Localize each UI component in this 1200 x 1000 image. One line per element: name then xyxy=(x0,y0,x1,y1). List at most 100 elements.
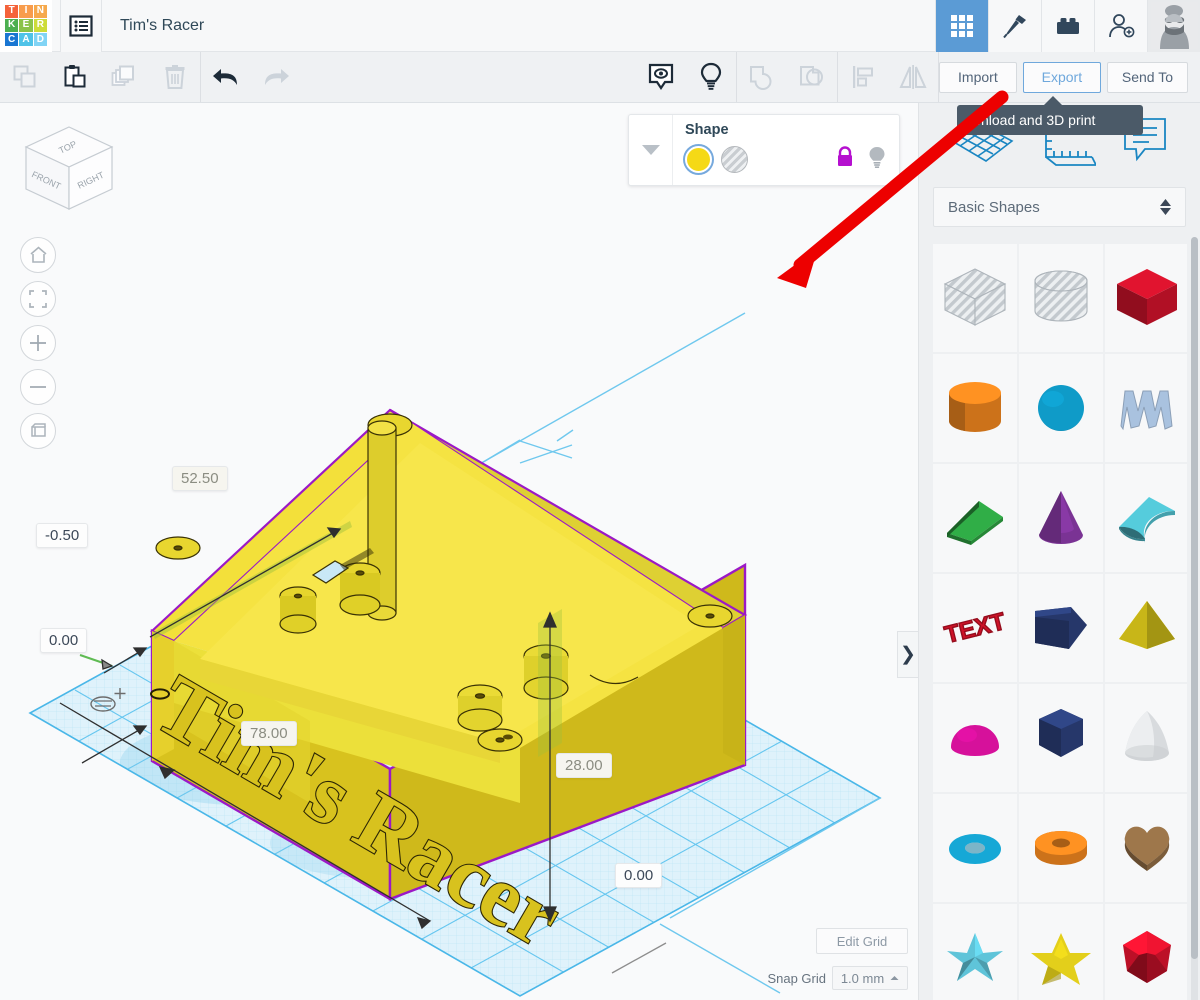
text-shape[interactable]: TEXT xyxy=(933,574,1017,682)
hide-others-button[interactable] xyxy=(686,52,736,102)
shape-library-grid[interactable]: TEXT xyxy=(933,244,1187,1000)
chevron-up-icon xyxy=(890,976,899,980)
logo-tile-i: I xyxy=(19,4,33,18)
polyhedron-shape[interactable] xyxy=(1105,904,1187,1000)
invite-user-button[interactable] xyxy=(1094,0,1147,52)
dimension-length[interactable]: 52.50 xyxy=(172,466,228,491)
solid-color-swatch[interactable] xyxy=(685,146,712,173)
redo-icon xyxy=(265,69,289,85)
heart-thumbnail xyxy=(1124,826,1170,871)
star3d-shape[interactable] xyxy=(933,904,1017,1000)
torus-shape[interactable] xyxy=(933,794,1017,902)
dimension-height[interactable]: 28.00 xyxy=(556,753,612,778)
zoom-in-button[interactable] xyxy=(20,325,56,361)
shape-panel-collapse-button[interactable] xyxy=(629,115,673,185)
view-projection-button[interactable] xyxy=(20,413,56,449)
export-button[interactable]: Export xyxy=(1022,61,1101,93)
shape-category-value: Basic Shapes xyxy=(948,198,1040,216)
edit-toolbar: Import Export Send To xyxy=(0,52,1200,103)
align-button[interactable] xyxy=(838,52,888,102)
dimension-width[interactable]: 78.00 xyxy=(241,721,297,746)
dimension-origin-y[interactable]: 0.00 xyxy=(40,628,88,653)
light-bulb-icon[interactable] xyxy=(867,145,887,174)
mirror-button[interactable] xyxy=(888,52,938,102)
copy-button[interactable] xyxy=(0,52,50,102)
invite-user-icon xyxy=(1109,13,1135,37)
lock-icon[interactable] xyxy=(835,146,855,173)
mirror-icon xyxy=(899,65,927,89)
dimension-offset-z[interactable]: -0.50 xyxy=(36,523,89,548)
tube-shape[interactable] xyxy=(1019,794,1103,902)
design-canvas[interactable]: Tim's Racer TOP FRONT RIGHT 52.50 -0.50 … xyxy=(0,103,918,1000)
pyramid-shape[interactable] xyxy=(1105,574,1187,682)
star-shape[interactable] xyxy=(1019,904,1103,1000)
brick-icon xyxy=(1057,17,1079,34)
arrow-shape[interactable] xyxy=(1019,574,1103,682)
show-hide-button[interactable] xyxy=(636,52,686,102)
fit-frame-icon xyxy=(29,290,47,308)
hole-swatch[interactable] xyxy=(721,146,748,173)
box-hole-shape[interactable] xyxy=(933,244,1017,352)
send-to-button[interactable]: Send To xyxy=(1106,61,1188,93)
import-button[interactable]: Import xyxy=(938,61,1017,93)
zoom-out-button[interactable] xyxy=(20,369,56,405)
cylinder-shape[interactable] xyxy=(933,354,1017,462)
page-title[interactable]: Tim's Racer xyxy=(120,17,204,35)
top-bar: TINKERCAD Tim's Racer xyxy=(0,0,1200,52)
tab-3d-design[interactable] xyxy=(935,0,988,52)
dome-shape[interactable] xyxy=(933,684,1017,792)
logo-tile-e: E xyxy=(19,18,33,33)
delete-button[interactable] xyxy=(150,52,200,102)
tube-thumbnail xyxy=(1035,831,1087,865)
hexagon-prism-shape[interactable] xyxy=(1019,684,1103,792)
arrowbox-thumbnail xyxy=(1035,607,1087,649)
home-view-button[interactable] xyxy=(20,237,56,273)
wedge-shape[interactable] xyxy=(933,464,1017,572)
dome-thumbnail xyxy=(951,725,999,756)
roof-shape[interactable] xyxy=(1105,464,1187,572)
paraboloid-shape[interactable] xyxy=(1105,684,1187,792)
heart-shape[interactable] xyxy=(1105,794,1187,902)
cone-thumbnail xyxy=(1039,491,1083,544)
fit-view-button[interactable] xyxy=(20,281,56,317)
undo-button[interactable] xyxy=(201,52,251,102)
duplicate-icon xyxy=(111,65,134,86)
paste-button[interactable] xyxy=(50,52,100,102)
group-button[interactable] xyxy=(737,52,787,102)
redo-button[interactable] xyxy=(251,52,301,102)
view-cube-icon: TOP FRONT RIGHT xyxy=(24,126,114,210)
cylinder-thumbnail xyxy=(949,382,1001,432)
shape-grid-scrollbar[interactable] xyxy=(1191,237,1198,1000)
panel-collapse-toggle[interactable]: ❯ xyxy=(897,631,918,678)
duplicate-button[interactable] xyxy=(100,52,150,102)
delete-icon xyxy=(165,65,185,89)
torus-thumbnail xyxy=(949,834,1001,864)
logo-tile-t: T xyxy=(5,4,19,18)
scrollbar-thumb[interactable] xyxy=(1191,237,1198,959)
shape-category-select[interactable]: Basic Shapes xyxy=(933,187,1186,227)
logo-tile-n: N xyxy=(33,4,47,18)
cylinder-hole-shape[interactable] xyxy=(1019,244,1103,352)
document-menu-button[interactable] xyxy=(60,0,102,52)
user-avatar[interactable] xyxy=(1147,0,1200,52)
edit-grid-button[interactable]: Edit Grid xyxy=(816,928,908,954)
cone-shape[interactable] xyxy=(1019,464,1103,572)
tinkercad-app: TINKERCAD Tim's Racer Import Export Send… xyxy=(0,0,1200,1000)
logo-tile-c: C xyxy=(5,33,19,47)
roof-thumbnail xyxy=(1119,497,1175,543)
letter-m-shape[interactable] xyxy=(1105,354,1187,462)
tab-bricks[interactable] xyxy=(1041,0,1094,52)
sphere-shape[interactable] xyxy=(1019,354,1103,462)
snap-grid-select[interactable]: 1.0 mm xyxy=(832,966,908,990)
tab-codeblocks[interactable] xyxy=(988,0,1041,52)
dimension-origin-x[interactable]: 0.00 xyxy=(615,863,663,888)
tinkercad-logo[interactable]: TINKERCAD xyxy=(0,0,52,52)
avatar xyxy=(1150,2,1198,49)
ungroup-button[interactable] xyxy=(787,52,837,102)
group-icon xyxy=(749,66,772,90)
scene-3d[interactable]: Tim's Racer xyxy=(0,103,918,1000)
snap-grid-label: Snap Grid xyxy=(767,970,826,986)
box-shape[interactable] xyxy=(1105,244,1187,352)
view-cube[interactable]: TOP FRONT RIGHT xyxy=(20,121,118,221)
poly-thumbnail xyxy=(1123,931,1171,983)
